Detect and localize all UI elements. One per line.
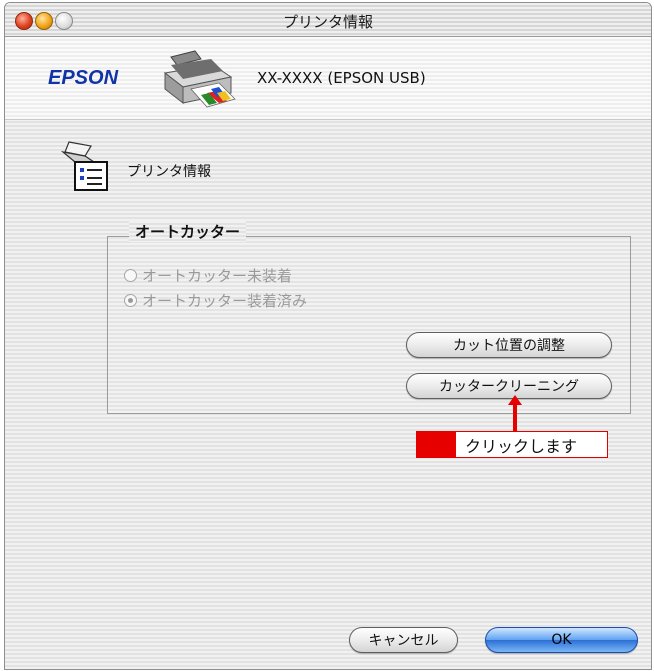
cut-position-adjust-button[interactable]: カット位置の調整 bbox=[406, 332, 612, 358]
printer-icon bbox=[163, 50, 236, 108]
header-banner: EPSON XX-XXXX (EPSON USB) bbox=[5, 37, 651, 120]
radio-label: オートカッター装着済み bbox=[142, 292, 308, 310]
cancel-button[interactable]: キャンセル bbox=[349, 627, 458, 653]
annotation-arrow-icon bbox=[508, 395, 522, 433]
auto-cutter-group-label: オートカッター bbox=[129, 221, 247, 242]
radio-cutter-installed[interactable]: オートカッター装着済み bbox=[124, 290, 307, 311]
printer-info-window: プリンタ情報 EPSON XX-XXXX (EPSON USB) プリンタ情報 … bbox=[4, 2, 652, 670]
printer-model-label: XX-XXXX (EPSON USB) bbox=[257, 69, 426, 87]
radio-cutter-not-installed[interactable]: オートカッター未装着 bbox=[124, 265, 292, 286]
epson-logo: EPSON bbox=[48, 67, 119, 89]
printer-info-icon bbox=[61, 141, 108, 191]
annotation-text: クリックします bbox=[465, 436, 578, 456]
window-title: プリンタ情報 bbox=[282, 13, 373, 31]
radio-button[interactable] bbox=[124, 294, 137, 307]
section-title: プリンタ情報 bbox=[127, 164, 211, 180]
title-bar[interactable]: プリンタ情報 bbox=[5, 3, 651, 37]
ok-button[interactable]: OK bbox=[485, 627, 638, 653]
annotation-swatch bbox=[417, 432, 456, 457]
radio-button[interactable] bbox=[124, 269, 137, 282]
radio-label: オートカッター未装着 bbox=[142, 267, 293, 285]
annotation-callout: クリックします bbox=[416, 431, 608, 458]
